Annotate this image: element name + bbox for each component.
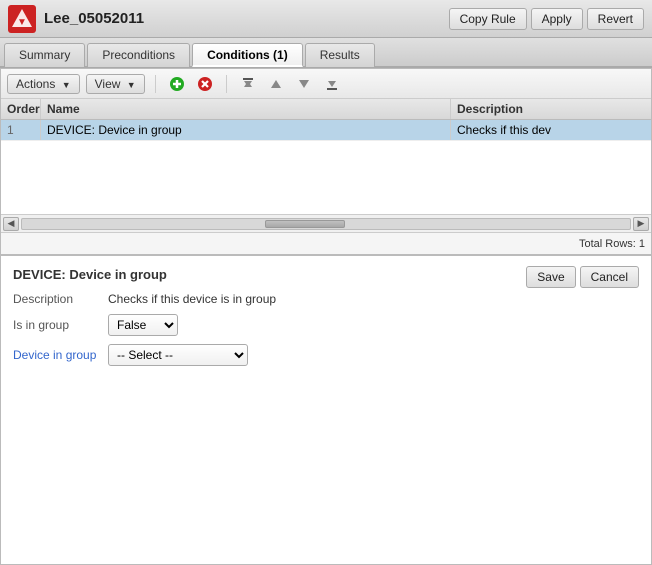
toolbar: Actions ▼ View ▼ (1, 69, 651, 99)
add-condition-button[interactable] (166, 73, 188, 95)
table-footer: Total Rows: 1 (1, 232, 651, 254)
total-rows-label: Total Rows: 1 (579, 238, 645, 250)
svg-text:▼: ▼ (17, 17, 27, 28)
table-row[interactable]: 1 DEVICE: Device in group Checks if this… (1, 120, 651, 141)
conditions-table-container: Order Name Description 1 DEVICE: Device … (1, 99, 651, 254)
is-in-group-select[interactable]: False True (108, 314, 178, 336)
is-in-group-field: Is in group False True (13, 314, 639, 336)
move-down-icon (296, 76, 312, 92)
header: ▼ Lee_05052011 Copy Rule Apply Revert (0, 0, 652, 38)
view-button[interactable]: View ▼ (86, 74, 145, 94)
toolbar-view-group: View ▼ (86, 74, 145, 94)
scroll-track[interactable] (21, 218, 631, 230)
row-name: DEVICE: Device in group (41, 120, 451, 140)
revert-button[interactable]: Revert (587, 8, 644, 30)
description-value: Checks if this device is in group (108, 292, 276, 306)
detail-title: DEVICE: Device in group (13, 267, 167, 282)
col-header-name: Name (41, 99, 451, 119)
description-field: Description Checks if this device is in … (13, 292, 639, 306)
scroll-right-button[interactable]: ▶ (633, 217, 649, 231)
row-description: Checks if this dev (451, 120, 651, 140)
plus-icon (169, 76, 185, 92)
description-label: Description (13, 292, 108, 306)
detail-action-buttons: Save Cancel (526, 266, 639, 288)
device-in-group-label: Device in group (13, 348, 108, 362)
horizontal-scrollbar[interactable]: ◀ ▶ (1, 214, 651, 232)
move-top-button[interactable] (237, 73, 259, 95)
device-in-group-field: Device in group -- Select -- (13, 344, 639, 366)
actions-button[interactable]: Actions ▼ (7, 74, 80, 94)
row-order: 1 (1, 120, 41, 140)
detail-panel: DEVICE: Device in group Save Cancel Desc… (1, 254, 651, 384)
tab-summary[interactable]: Summary (4, 43, 85, 67)
tab-conditions[interactable]: Conditions (1) (192, 43, 303, 67)
move-down-button[interactable] (293, 73, 315, 95)
move-bottom-button[interactable] (321, 73, 343, 95)
col-header-order: Order (1, 99, 41, 119)
col-header-description: Description (451, 99, 651, 119)
app-logo: ▼ (8, 5, 36, 33)
detail-header-row: DEVICE: Device in group Save Cancel (13, 266, 639, 288)
device-in-group-select[interactable]: -- Select -- (108, 344, 248, 366)
scroll-left-button[interactable]: ◀ (3, 217, 19, 231)
is-in-group-label: Is in group (13, 318, 108, 332)
header-buttons: Copy Rule Apply Revert (449, 8, 644, 30)
x-icon (197, 76, 213, 92)
page-title: Lee_05052011 (44, 10, 449, 27)
table-header: Order Name Description (1, 99, 651, 120)
table-body: 1 DEVICE: Device in group Checks if this… (1, 120, 651, 214)
move-bottom-icon (324, 76, 340, 92)
main-content: Actions ▼ View ▼ (0, 68, 652, 565)
move-up-button[interactable] (265, 73, 287, 95)
tab-preconditions[interactable]: Preconditions (87, 43, 190, 67)
move-up-icon (268, 76, 284, 92)
view-dropdown-arrow: ▼ (127, 80, 136, 90)
toolbar-separator (155, 75, 156, 93)
toolbar-separator-2 (226, 75, 227, 93)
apply-button[interactable]: Apply (531, 8, 583, 30)
remove-condition-button[interactable] (194, 73, 216, 95)
cancel-button[interactable]: Cancel (580, 266, 639, 288)
actions-dropdown-arrow: ▼ (62, 80, 71, 90)
save-button[interactable]: Save (526, 266, 575, 288)
move-top-icon (240, 76, 256, 92)
tab-results[interactable]: Results (305, 43, 375, 67)
tabs-bar: Summary Preconditions Conditions (1) Res… (0, 38, 652, 68)
scroll-thumb[interactable] (265, 220, 345, 228)
toolbar-actions-group: Actions ▼ (7, 74, 80, 94)
copy-rule-button[interactable]: Copy Rule (449, 8, 527, 30)
